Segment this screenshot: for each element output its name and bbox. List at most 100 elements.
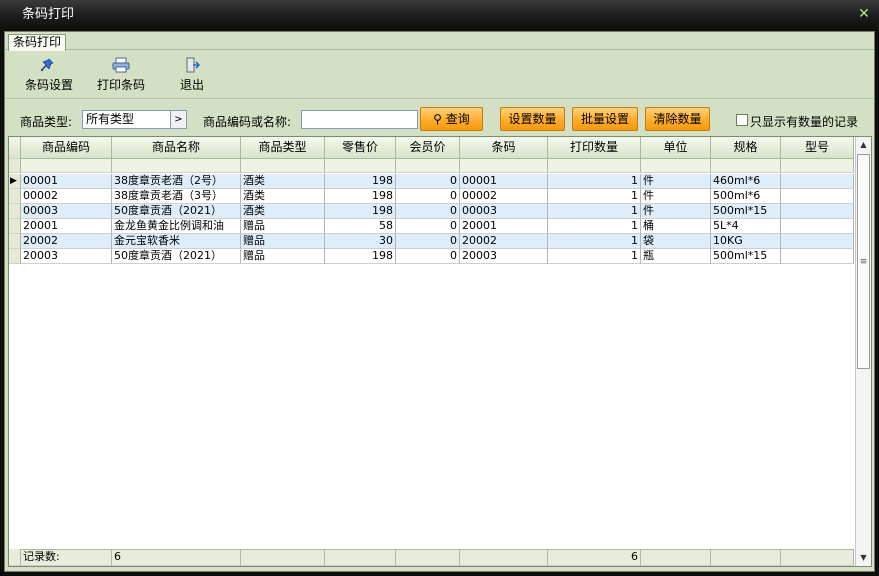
grid-cell[interactable]: 1	[548, 234, 641, 249]
grid-cell[interactable]: 500ml*15	[711, 249, 781, 264]
grid-cell[interactable]: 198	[325, 204, 396, 219]
grid-cell[interactable]: 1	[548, 249, 641, 264]
column-header[interactable]: 型号	[781, 137, 854, 159]
grid-cell[interactable]: 30	[325, 234, 396, 249]
grid-cell[interactable]: 桶	[641, 219, 711, 234]
grid-cell[interactable]: 500ml*15	[711, 204, 781, 219]
clear-quantity-button[interactable]: 清除数量	[645, 107, 710, 131]
grid-cell[interactable]: 00003	[460, 204, 548, 219]
grid-cell[interactable]	[325, 159, 396, 173]
column-header[interactable]: 会员价	[396, 137, 460, 159]
grid-cell[interactable]: 198	[325, 249, 396, 264]
column-header[interactable]: 商品类型	[241, 137, 325, 159]
column-header[interactable]: 打印数量	[548, 137, 641, 159]
grid-cell[interactable]	[781, 234, 854, 249]
grid-cell[interactable]: 酒类	[241, 189, 325, 204]
grid-cell[interactable]	[781, 219, 854, 234]
grid-cell[interactable]: 赠品	[241, 234, 325, 249]
grid-cell[interactable]	[781, 204, 854, 219]
grid-cell[interactable]	[548, 159, 641, 173]
grid-cell[interactable]	[781, 249, 854, 264]
grid-cell[interactable]: 58	[325, 219, 396, 234]
row-header[interactable]	[9, 159, 21, 173]
grid-cell[interactable]: 20003	[460, 249, 548, 264]
grid-cell[interactable]: 件	[641, 174, 711, 189]
scroll-thumb[interactable]: ≡	[857, 154, 870, 369]
grid-cell[interactable]	[781, 189, 854, 204]
column-header[interactable]: 零售价	[325, 137, 396, 159]
grid-cell[interactable]: 38度章贡老酒（2号）	[112, 174, 241, 189]
grid-cell[interactable]	[112, 159, 241, 173]
grid-cell[interactable]: 50度章贡酒（2021）	[112, 249, 241, 264]
query-button[interactable]: ⚲ 查询	[420, 107, 483, 131]
grid-cell[interactable]: 10KG	[711, 234, 781, 249]
vertical-scrollbar[interactable]: ▲ ≡ ▼	[855, 137, 871, 566]
grid-cell[interactable]	[460, 159, 548, 173]
column-header[interactable]: 商品名称	[112, 137, 241, 159]
grid-cell[interactable]: 金元宝软香米	[112, 234, 241, 249]
grid-cell[interactable]: 00002	[460, 189, 548, 204]
grid-cell[interactable]: 0	[396, 189, 460, 204]
grid-cell[interactable]: 酒类	[241, 204, 325, 219]
chevron-right-icon[interactable]: >	[170, 111, 186, 128]
column-header[interactable]: 规格	[711, 137, 781, 159]
grid-cell[interactable]: 1	[548, 219, 641, 234]
grid-cell[interactable]: 38度章贡老酒（3号）	[112, 189, 241, 204]
row-header[interactable]	[9, 549, 21, 566]
tab-barcode-print[interactable]: 条码打印	[8, 34, 67, 51]
grid-cell[interactable]: 500ml*6	[711, 189, 781, 204]
table-row[interactable]: 00003 50度章贡酒（2021） 酒类 198 0 00003 1 件 500ml*15	[9, 204, 854, 219]
row-header[interactable]	[9, 204, 21, 219]
row-header[interactable]	[9, 189, 21, 204]
set-quantity-button[interactable]: 设置数量	[500, 107, 565, 131]
grid-cell[interactable]: 20001	[21, 219, 112, 234]
grid-cell[interactable]: 20003	[21, 249, 112, 264]
grid-footer-row[interactable]: 记录数: 6 6	[9, 549, 854, 566]
row-header[interactable]: ▶	[9, 174, 21, 189]
row-header[interactable]	[9, 234, 21, 249]
grid-cell[interactable]: 5L*4	[711, 219, 781, 234]
grid-cell[interactable]: 00002	[21, 189, 112, 204]
grid-cell[interactable]: 件	[641, 204, 711, 219]
grid-cell[interactable]: 00001	[21, 174, 112, 189]
grid-cell[interactable]: 袋	[641, 234, 711, 249]
grid-cell[interactable]	[396, 159, 460, 173]
grid-cell[interactable]: 赠品	[241, 219, 325, 234]
only-with-qty-checkbox[interactable]	[736, 114, 748, 126]
grid-cell[interactable]	[641, 159, 711, 173]
grid-cell[interactable]: 00001	[460, 174, 548, 189]
grid-cell[interactable]	[781, 159, 854, 173]
grid-cell[interactable]: 198	[325, 174, 396, 189]
grid-cell[interactable]: 0	[396, 204, 460, 219]
grid-cell[interactable]: 0	[396, 234, 460, 249]
product-type-select[interactable]: 所有类型 >	[82, 110, 187, 129]
column-header[interactable]: 单位	[641, 137, 711, 159]
table-row[interactable]: 20002 金元宝软香米 赠品 30 0 20002 1 袋 10KG	[9, 234, 854, 249]
grid-cell[interactable]: 1	[548, 204, 641, 219]
scroll-down-icon[interactable]: ▼	[856, 550, 871, 566]
grid-cell[interactable]	[711, 159, 781, 173]
table-row[interactable]: 20001 金龙鱼黄金比例调和油 赠品 58 0 20001 1 桶 5L*4	[9, 219, 854, 234]
grid-cell[interactable]: 0	[396, 219, 460, 234]
table-row[interactable]: 00002 38度章贡老酒（3号） 酒类 198 0 00002 1 件 500ml*6	[9, 189, 854, 204]
exit-button[interactable]: 退出	[175, 57, 209, 97]
row-header[interactable]	[9, 249, 21, 264]
table-row[interactable]: ▶ 00001 38度章贡老酒（2号） 酒类 198 0 00001 1 件 460ml*6	[9, 174, 854, 189]
table-row[interactable]: 20003 50度章贡酒（2021） 赠品 198 0 20003 1 瓶 500ml*15	[9, 249, 854, 264]
grid-header-row[interactable]: 商品编码 商品名称 商品类型 零售价 会员价 条码 打印数量 单位 规格 型号	[9, 137, 854, 159]
row-header[interactable]	[9, 137, 21, 159]
row-header[interactable]	[9, 219, 21, 234]
grid-cell[interactable]: 瓶	[641, 249, 711, 264]
grid-cell[interactable]: 00003	[21, 204, 112, 219]
column-header[interactable]: 商品编码	[21, 137, 112, 159]
scroll-up-icon[interactable]: ▲	[856, 137, 871, 153]
grid-cell[interactable]: 0	[396, 249, 460, 264]
grid-cell[interactable]	[781, 174, 854, 189]
grid-cell[interactable]: 20002	[460, 234, 548, 249]
grid-cell[interactable]: 酒类	[241, 174, 325, 189]
grid-cell[interactable]	[21, 159, 112, 173]
grid-cell[interactable]: 赠品	[241, 249, 325, 264]
grid-cell[interactable]: 金龙鱼黄金比例调和油	[112, 219, 241, 234]
grid-cell[interactable]: 50度章贡酒（2021）	[112, 204, 241, 219]
close-icon[interactable]: ✕	[857, 7, 871, 21]
